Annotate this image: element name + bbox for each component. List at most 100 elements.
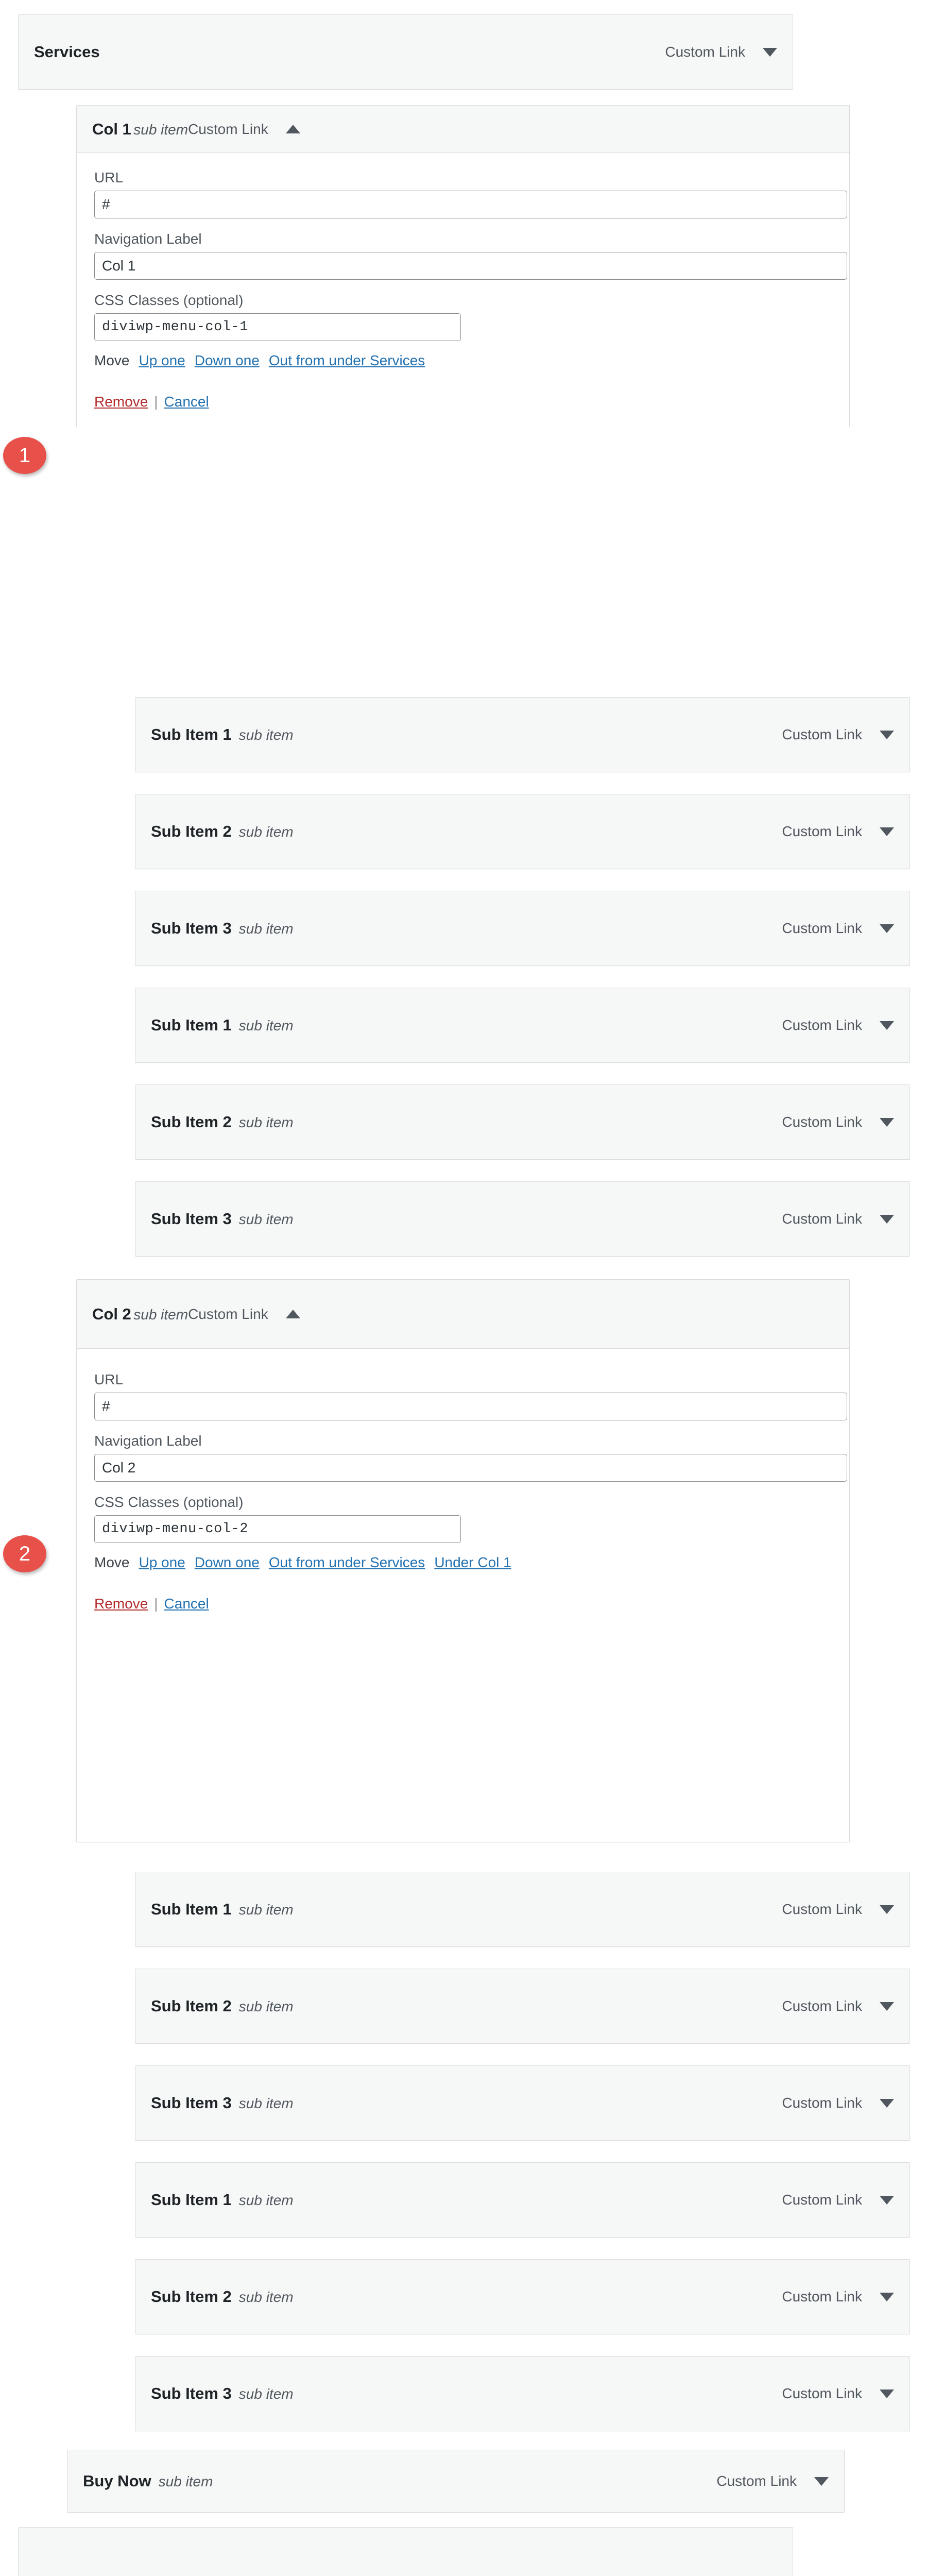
menu-item-next-partial[interactable] [18,2527,793,2576]
menu-item-services[interactable]: Services Custom Link [18,14,793,90]
move-under-col-1-link[interactable]: Under Col 1 [434,1554,511,1571]
chevron-up-icon[interactable] [285,125,300,133]
menu-item-type: Custom Link [782,2192,862,2208]
menu-item-title: Sub Item 1 [151,2191,232,2209]
menu-item-sub-item[interactable]: Sub Item 1 sub item Custom Link [135,1872,910,1947]
menu-item-title: Buy Now [83,2472,151,2490]
move-up-one-link[interactable]: Up one [139,352,185,369]
menu-item-label-group: Sub Item 1 sub item [151,1900,782,1919]
remove-link[interactable]: Remove [94,394,148,410]
menu-item-sub-item[interactable]: Sub Item 3 sub item Custom Link [135,1181,910,1257]
chevron-down-icon[interactable] [880,1905,894,1914]
menu-item-sub-item[interactable]: Sub Item 2 sub item Custom Link [135,2259,910,2334]
menu-item-sub-item[interactable]: Sub Item 2 sub item Custom Link [135,794,910,869]
chevron-down-icon[interactable] [880,2292,894,2301]
menu-item-sub-item[interactable]: Sub Item 3 sub item Custom Link [135,2065,910,2141]
chevron-down-icon[interactable] [880,1117,894,1127]
menu-item-sub-item[interactable]: Sub Item 1 sub item Custom Link [135,988,910,1063]
menu-item-title: Sub Item 2 [151,822,232,840]
menu-item-meta: Custom Link [782,1114,894,1130]
move-label: Move [94,1554,130,1570]
menu-item-sub-item-tag: sub item [238,921,294,937]
menu-item-type: Custom Link [782,2385,862,2401]
menu-item-title: Sub Item 2 [151,2287,232,2306]
css-classes-label: CSS Classes (optional) [94,292,244,308]
chevron-down-icon[interactable] [880,2195,894,2205]
url-input[interactable]: # [94,1393,847,1420]
menu-item-meta: Custom Link [782,1211,894,1227]
css-classes-input[interactable]: diviwp-menu-col-2 [94,1515,461,1543]
menu-item-type: Custom Link [188,1306,268,1322]
menu-item-sub-item[interactable]: Sub Item 3 sub item Custom Link [135,2356,910,2431]
menu-item-sub-item-tag: sub item [238,2192,294,2208]
menu-item-meta: Custom Link [782,920,894,937]
cancel-link[interactable]: Cancel [164,394,209,410]
menu-item-type: Custom Link [782,1998,862,2014]
menu-item-meta: Custom Link [782,823,894,840]
menu-item-meta: Custom Link [665,44,777,60]
menu-item-label-group: Sub Item 3 sub item [151,2094,782,2112]
move-down-one-link[interactable]: Down one [195,1554,260,1571]
menu-item-type: Custom Link [782,1017,862,1033]
chevron-down-icon[interactable] [880,730,894,739]
menu-item-sub-item-tag: sub item [133,1306,188,1323]
annotation-badge-number: 2 [19,1542,31,1565]
menu-item-type: Custom Link [716,2473,797,2489]
chevron-down-icon[interactable] [763,47,777,57]
annotation-badge-1: 1 [3,437,46,474]
navigation-label-input[interactable]: Col 1 [94,252,847,280]
menu-item-meta: Custom Link [782,2289,894,2305]
menu-item-sub-item[interactable]: Sub Item 2 sub item Custom Link [135,1084,910,1160]
url-input[interactable]: # [94,191,847,218]
chevron-down-icon[interactable] [880,827,894,836]
menu-item-sub-item-tag: sub item [238,2289,294,2305]
menu-item-label-group: Sub Item 2 sub item [151,2287,782,2306]
chevron-down-icon[interactable] [880,924,894,933]
remove-link[interactable]: Remove [94,1596,148,1612]
menu-item-type: Custom Link [782,1211,862,1227]
chevron-up-icon[interactable] [285,1310,300,1318]
menu-item-label-group: Sub Item 1 sub item [151,725,782,744]
menu-item-meta: Custom Link [782,1901,894,1918]
chevron-down-icon[interactable] [880,1021,894,1030]
menu-item-header-col-1[interactable]: Col 1 sub item Custom Link [77,106,849,153]
chevron-down-icon[interactable] [880,2002,894,2011]
move-out-from-under-services-link[interactable]: Out from under Services [269,352,425,369]
menu-item-label-group: Sub Item 2 sub item [151,1113,782,1131]
item-actions-row: Remove | Cancel [94,1596,832,1612]
menu-item-label-group: Sub Item 1 sub item [151,1016,782,1035]
menu-item-meta: Custom Link [782,1998,894,2014]
navigation-label-label: Navigation Label [94,231,202,247]
move-links-row: Move Up one Down one Out from under Serv… [94,352,832,369]
chevron-down-icon[interactable] [880,2098,894,2108]
menu-item-type: Custom Link [188,121,268,137]
menu-item-title: Sub Item 2 [151,1997,232,2015]
chevron-down-icon[interactable] [880,1214,894,1224]
menu-item-sub-item[interactable]: Sub Item 3 sub item Custom Link [135,891,910,966]
move-out-from-under-services-link[interactable]: Out from under Services [269,1554,425,1571]
menu-item-meta: Custom Link [782,1017,894,1033]
menu-item-sub-item-tag: sub item [238,1114,294,1130]
chevron-down-icon[interactable] [814,2477,829,2486]
move-links-row: Move Up one Down one Out from under Serv… [94,1554,832,1571]
menu-item-sub-item-tag: sub item [238,2386,294,2402]
css-classes-input[interactable]: diviwp-menu-col-1 [94,313,461,341]
menu-item-sub-item[interactable]: Sub Item 1 sub item Custom Link [135,697,910,772]
menu-item-label-group: Services [34,43,665,61]
css-classes-label: CSS Classes (optional) [94,1494,244,1510]
move-down-one-link[interactable]: Down one [195,352,260,369]
menu-item-sub-item[interactable]: Sub Item 2 sub item Custom Link [135,1969,910,2044]
menu-item-type: Custom Link [782,1114,862,1130]
navigation-label-input[interactable]: Col 2 [94,1454,847,1482]
chevron-down-icon[interactable] [880,2389,894,2398]
menu-item-title: Col 2 [92,1304,131,1323]
menu-item-sub-item-tag: sub item [238,1998,294,2014]
menu-item-sub-item[interactable]: Sub Item 1 sub item Custom Link [135,2162,910,2238]
cancel-link[interactable]: Cancel [164,1596,209,1612]
menu-item-label-group: Buy Now sub item [83,2472,716,2490]
menu-item-buy-now[interactable]: Buy Now sub item Custom Link [67,2450,845,2513]
menu-item-sub-item-tag: sub item [238,1018,294,1033]
menu-item-header-col-2[interactable]: Col 2 sub item Custom Link [77,1280,849,1349]
move-up-one-link[interactable]: Up one [139,1554,185,1571]
menu-item-sub-item-tag: sub item [238,1211,294,1227]
